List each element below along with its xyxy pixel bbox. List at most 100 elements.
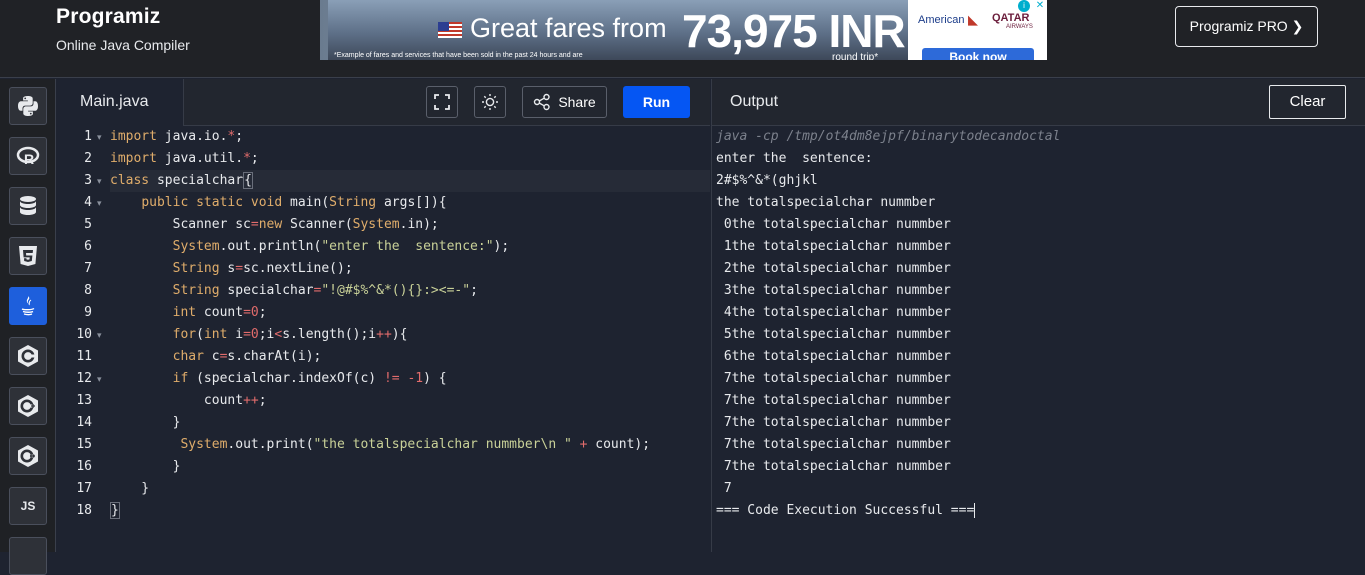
- html5-icon: [19, 246, 37, 266]
- cpp-language-icon: [18, 395, 38, 417]
- output-command-line: java -cp /tmp/ot4dm8ejpf/binarytodecando…: [716, 129, 1061, 144]
- output-line: 7: [716, 481, 732, 496]
- tab-main-java[interactable]: Main.java: [56, 79, 184, 126]
- code-editor-panel: Main.java Share Run 1 ▾ 2 3 ▾ 4 ▾ 5 6 7 …: [56, 79, 710, 552]
- american-logo-icon: ◣: [968, 12, 978, 27]
- fold-chevron-icon[interactable]: ▾: [97, 192, 107, 214]
- database-icon: [20, 196, 36, 215]
- output-line: 6the totalspecialchar nummber: [716, 349, 951, 364]
- csharp-language-icon: [18, 445, 38, 467]
- editor-toolbar: Main.java Share Run: [56, 79, 710, 126]
- line-number: 12: [76, 371, 92, 386]
- r-language-button[interactable]: R: [9, 137, 47, 175]
- clear-button[interactable]: Clear: [1269, 85, 1346, 119]
- output-line: 3the totalspecialchar nummber: [716, 283, 951, 298]
- text-cursor: [974, 503, 976, 518]
- code-line: System.out.print("the totalspecialchar n…: [180, 437, 651, 452]
- line-number: 6: [84, 239, 92, 254]
- code-line: }: [110, 502, 120, 519]
- line-number: 14: [76, 415, 92, 430]
- run-button[interactable]: Run: [623, 86, 690, 118]
- line-number: 9: [84, 305, 92, 320]
- html-language-button[interactable]: [9, 237, 47, 275]
- c-language-icon: [18, 345, 38, 367]
- line-number: 13: [76, 393, 92, 408]
- code-line: import java.util.*;: [110, 151, 259, 166]
- line-number: 3: [84, 173, 92, 188]
- fullscreen-icon: [434, 94, 450, 110]
- r-language-icon: R: [16, 146, 40, 167]
- ad-price: 73,975 INR: [682, 5, 906, 57]
- sql-language-button[interactable]: [9, 187, 47, 225]
- output-status-line: === Code Execution Successful ===: [716, 500, 1356, 522]
- code-line: }: [110, 415, 181, 430]
- programiz-pro-button[interactable]: Programiz PRO ❯: [1175, 6, 1318, 47]
- code-line: }: [110, 481, 150, 496]
- output-line: 7the totalspecialchar nummber: [716, 371, 951, 386]
- csharp-language-button[interactable]: [9, 437, 47, 475]
- code-line: class specialchar{: [110, 172, 253, 189]
- line-number: 10: [76, 327, 92, 342]
- fold-chevron-icon[interactable]: ▾: [97, 368, 107, 390]
- output-line: the totalspecialchar nummber: [716, 195, 936, 210]
- code-line: Scanner sc=new Scanner(System.in);: [110, 217, 439, 232]
- output-line: enter the sentence:: [716, 151, 873, 166]
- share-label: Share: [558, 94, 596, 110]
- code-line: count++;: [110, 393, 267, 408]
- ad-round-trip: round trip*: [832, 52, 879, 60]
- output-line: 7the totalspecialchar nummber: [716, 437, 951, 452]
- language-sidebar: R JS: [0, 79, 56, 575]
- cpp-language-button[interactable]: [9, 387, 47, 425]
- top-bar: Programiz Online Java Compiler Great far…: [0, 0, 1365, 78]
- theme-toggle-button[interactable]: [474, 86, 506, 118]
- fullscreen-button[interactable]: [426, 86, 458, 118]
- line-number: 4: [84, 195, 92, 210]
- fold-chevron-icon[interactable]: ▾: [97, 126, 107, 148]
- sun-icon: [482, 94, 498, 110]
- code-line: char c=s.charAt(i);: [172, 349, 322, 364]
- line-number: 7: [84, 261, 92, 276]
- code-line: System.out.println("enter the sentence:"…: [172, 239, 510, 254]
- ad-book-now-button[interactable]: Book now: [922, 48, 1034, 60]
- output-line: 5the totalspecialchar nummber: [716, 327, 951, 342]
- output-line: 4the totalspecialchar nummber: [716, 305, 951, 320]
- output-line: 2#$%^&*(ghjkl: [716, 173, 818, 188]
- output-toolbar: Output Clear: [712, 79, 1365, 126]
- code-text-area[interactable]: import java.io.*; import java.util.*; cl…: [110, 126, 710, 552]
- line-number: 2: [84, 151, 92, 166]
- code-line: import java.io.*;: [110, 129, 244, 144]
- page-subtitle: Online Java Compiler: [56, 37, 190, 53]
- output-line: 0the totalspecialchar nummber: [716, 217, 951, 232]
- advertisement-banner[interactable]: Great fares from 73,975 INR *Example of …: [320, 0, 1047, 60]
- ad-info-icon[interactable]: i: [1018, 0, 1030, 12]
- output-panel: Output Clear java -cp /tmp/ot4dm8ejpf/bi…: [711, 79, 1365, 552]
- more-language-button[interactable]: [9, 537, 47, 575]
- line-number: 16: [76, 459, 92, 474]
- code-line: if (specialchar.indexOf(c) != -1) {: [172, 371, 447, 386]
- output-line: 7the totalspecialchar nummber: [716, 393, 951, 408]
- us-flag-icon: [438, 22, 462, 38]
- javascript-language-button[interactable]: JS: [9, 487, 47, 525]
- python-icon: [18, 96, 38, 116]
- python-language-button[interactable]: [9, 87, 47, 125]
- line-number: 1: [84, 129, 92, 144]
- output-console[interactable]: java -cp /tmp/ot4dm8ejpf/binarytodecando…: [716, 126, 1356, 522]
- line-number: 15: [76, 437, 92, 452]
- output-line: 7the totalspecialchar nummber: [716, 459, 951, 474]
- programiz-logo[interactable]: Programiz: [56, 5, 161, 29]
- line-number: 8: [84, 283, 92, 298]
- line-number: 18: [76, 503, 92, 518]
- execution-status: === Code Execution Successful ===: [716, 503, 975, 518]
- output-line: 2the totalspecialchar nummber: [716, 261, 951, 276]
- ad-headline: Great fares from: [470, 13, 667, 43]
- java-language-button[interactable]: [9, 287, 47, 325]
- ad-close-icon[interactable]: ✕: [1034, 0, 1046, 12]
- fold-chevron-icon[interactable]: ▾: [97, 324, 107, 346]
- fold-chevron-icon[interactable]: ▾: [97, 170, 107, 192]
- java-icon: [21, 296, 35, 316]
- svg-text:R: R: [24, 151, 34, 167]
- share-button[interactable]: Share: [522, 86, 607, 118]
- share-icon: [534, 93, 551, 111]
- c-language-button[interactable]: [9, 337, 47, 375]
- ad-airline-qatar: QATAR: [992, 12, 1030, 24]
